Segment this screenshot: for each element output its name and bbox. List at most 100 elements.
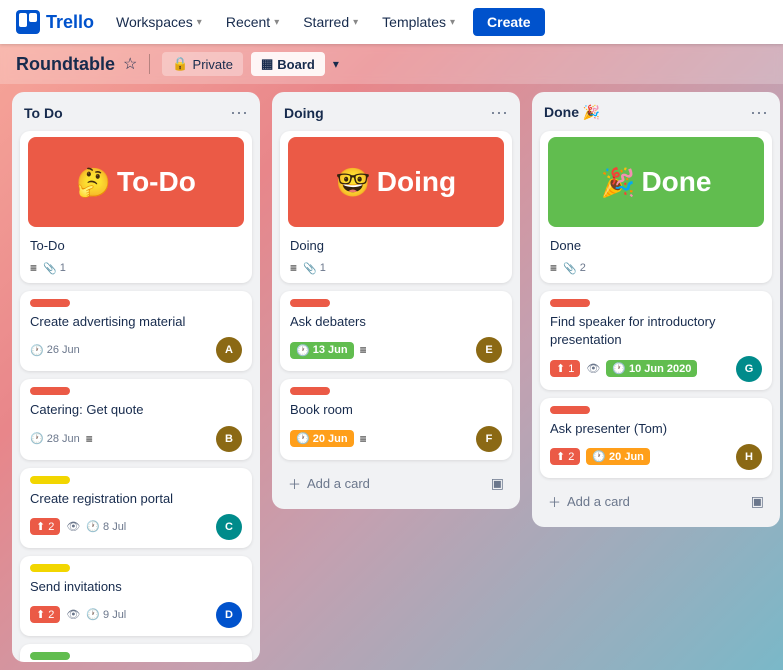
card-label-red xyxy=(290,299,330,307)
lock-icon: 🔒 xyxy=(172,56,188,72)
add-card-done[interactable]: ＋ Add a card ▣ xyxy=(540,486,772,517)
clock-icon: 🕐 xyxy=(86,608,100,621)
card-catering-title: Catering: Get quote xyxy=(30,401,242,419)
avatar: H xyxy=(736,444,762,470)
date-item: 🕐 28 Jun xyxy=(30,432,80,445)
vote-badge: ⬆ 1 xyxy=(550,360,580,377)
avatar: C xyxy=(216,514,242,540)
vote-badge: ⬆ 2 xyxy=(550,448,580,465)
card-cover-todo: 🤔 To-Do xyxy=(28,137,244,227)
card-label-red xyxy=(550,406,590,414)
vote-icon: ⬆ xyxy=(556,450,565,463)
eye-icon: 👁 xyxy=(586,362,600,375)
date-item-green: 🕐 10 Jun 2020 xyxy=(606,360,697,377)
card-invitations-title: Send invitations xyxy=(30,578,242,596)
starred-button[interactable]: Starred ▾ xyxy=(293,8,368,36)
date-item: 🕐 26 Jun xyxy=(30,344,80,357)
navbar: Trello Workspaces ▾ Recent ▾ Starred ▾ T… xyxy=(0,0,783,44)
recent-chevron-icon: ▾ xyxy=(274,17,279,28)
card-find-speaker-title: Find speaker for introductory presentati… xyxy=(550,313,762,349)
lines-icon: ≡ xyxy=(86,432,93,446)
card-create-ad[interactable]: Create advertising material 🕐 26 Jun A xyxy=(20,291,252,371)
card-label-red xyxy=(290,387,330,395)
card-book-room[interactable]: Book room 🕐 20 Jun ≡ F xyxy=(280,379,512,459)
column-todo-menu-icon[interactable]: ··· xyxy=(230,102,248,123)
card-label-yellow xyxy=(30,564,70,572)
clock-icon: 🕐 xyxy=(296,432,310,445)
column-todo-title: To Do xyxy=(24,105,63,121)
card-invitations[interactable]: Send invitations ⬆ 2 👁 🕐 9 Jul D xyxy=(20,556,252,636)
star-icon[interactable]: ☆ xyxy=(123,54,137,74)
card-catering[interactable]: Catering: Get quote 🕐 28 Jun ≡ B xyxy=(20,379,252,459)
date-item: 🕐 8 Jul xyxy=(86,520,126,533)
clock-icon: 🕐 xyxy=(30,344,44,357)
paperclip-icon: 📎 xyxy=(563,262,577,275)
avatar: D xyxy=(216,602,242,628)
clock-icon: 🕐 xyxy=(592,450,606,463)
card-label-red xyxy=(30,299,70,307)
recent-button[interactable]: Recent ▾ xyxy=(216,8,289,36)
column-todo: To Do ··· 🤔 To-Do To-Do ≡ 📎 1 Create adv… xyxy=(12,92,260,662)
clock-icon: 🕐 xyxy=(612,362,626,375)
board-icon: ▦ xyxy=(261,56,273,72)
card-done-cover[interactable]: 🎉 Done Done ≡ 📎 2 xyxy=(540,131,772,283)
card-ask-presenter-meta: ⬆ 2 🕐 20 Jun H xyxy=(550,444,762,470)
lines-icon: ≡ xyxy=(360,343,367,357)
card-cover-done: 🎉 Done xyxy=(548,137,764,227)
trello-logo-icon xyxy=(16,10,40,34)
card-doing-title: Doing xyxy=(290,237,502,255)
privacy-button[interactable]: 🔒 Private xyxy=(162,52,243,76)
card-todo-cover[interactable]: 🤔 To-Do To-Do ≡ 📎 1 xyxy=(20,131,252,283)
board-view-button[interactable]: ▦ Board xyxy=(251,52,325,76)
workspaces-chevron-icon: ▾ xyxy=(197,17,202,28)
create-button[interactable]: Create xyxy=(473,8,545,36)
eye-badge: 👁 xyxy=(586,362,600,375)
card-label-yellow xyxy=(30,476,70,484)
board-body: To Do ··· 🤔 To-Do To-Do ≡ 📎 1 Create adv… xyxy=(0,84,783,670)
vote-icon: ⬆ xyxy=(556,362,565,375)
card-create-ad-title: Create advertising material xyxy=(30,313,242,331)
vote-icon: ⬆ xyxy=(36,520,45,533)
column-todo-header: To Do ··· xyxy=(20,102,252,123)
card-find-speaker[interactable]: Find speaker for introductory presentati… xyxy=(540,291,772,389)
card-book-room-title: Book room xyxy=(290,401,502,419)
card-ask-presenter[interactable]: Ask presenter (Tom) ⬆ 2 🕐 20 Jun H xyxy=(540,398,772,478)
eye-icon: 👁 xyxy=(66,608,80,621)
privacy-label: Private xyxy=(193,57,233,72)
workspaces-button[interactable]: Workspaces ▾ xyxy=(106,8,212,36)
column-done-header: Done 🎉 ··· xyxy=(540,102,772,123)
templates-button[interactable]: Templates ▾ xyxy=(372,8,465,36)
card-registration-title: Create registration portal xyxy=(30,490,242,508)
card-done-title: Done xyxy=(550,237,762,255)
starred-chevron-icon: ▾ xyxy=(353,17,358,28)
card-technology[interactable]: Technology for discussion xyxy=(20,644,252,662)
card-doing-meta: ≡ 📎 1 xyxy=(290,261,502,275)
card-todo-meta: ≡ 📎 1 xyxy=(30,261,242,275)
date-item-orange: 🕐 20 Jun xyxy=(586,448,650,465)
eye-badge: 👁 xyxy=(66,608,80,621)
column-done-menu-icon[interactable]: ··· xyxy=(750,102,768,123)
column-doing: Doing ··· 🤓 Doing Doing ≡ 📎 1 Ask debate… xyxy=(272,92,520,509)
card-ask-debaters-meta: 🕐 13 Jun ≡ E xyxy=(290,337,502,363)
add-card-doing[interactable]: ＋ Add a card ▣ xyxy=(280,468,512,499)
avatar: A xyxy=(216,337,242,363)
date-item: 🕐 9 Jul xyxy=(86,608,126,621)
template-icon: ▣ xyxy=(491,475,504,492)
date-item-green: 🕐 13 Jun xyxy=(290,342,354,359)
avatar: F xyxy=(476,426,502,452)
plus-icon: ＋ xyxy=(548,492,561,511)
column-doing-menu-icon[interactable]: ··· xyxy=(490,102,508,123)
eye-icon: 👁 xyxy=(66,520,80,533)
vote-icon: ⬆ xyxy=(36,608,45,621)
clock-icon: 🕐 xyxy=(86,520,100,533)
board-view-chevron-icon[interactable]: ▾ xyxy=(333,57,339,71)
column-done-title: Done 🎉 xyxy=(544,104,600,121)
clock-icon: 🕐 xyxy=(30,432,44,445)
card-registration[interactable]: Create registration portal ⬆ 2 👁 🕐 8 Jul… xyxy=(20,468,252,548)
card-doing-cover[interactable]: 🤓 Doing Doing ≡ 📎 1 xyxy=(280,131,512,283)
avatar: E xyxy=(476,337,502,363)
attachment-badge: 📎 1 xyxy=(303,262,326,275)
column-doing-header: Doing ··· xyxy=(280,102,512,123)
card-ask-debaters[interactable]: Ask debaters 🕐 13 Jun ≡ E xyxy=(280,291,512,371)
templates-chevron-icon: ▾ xyxy=(450,17,455,28)
